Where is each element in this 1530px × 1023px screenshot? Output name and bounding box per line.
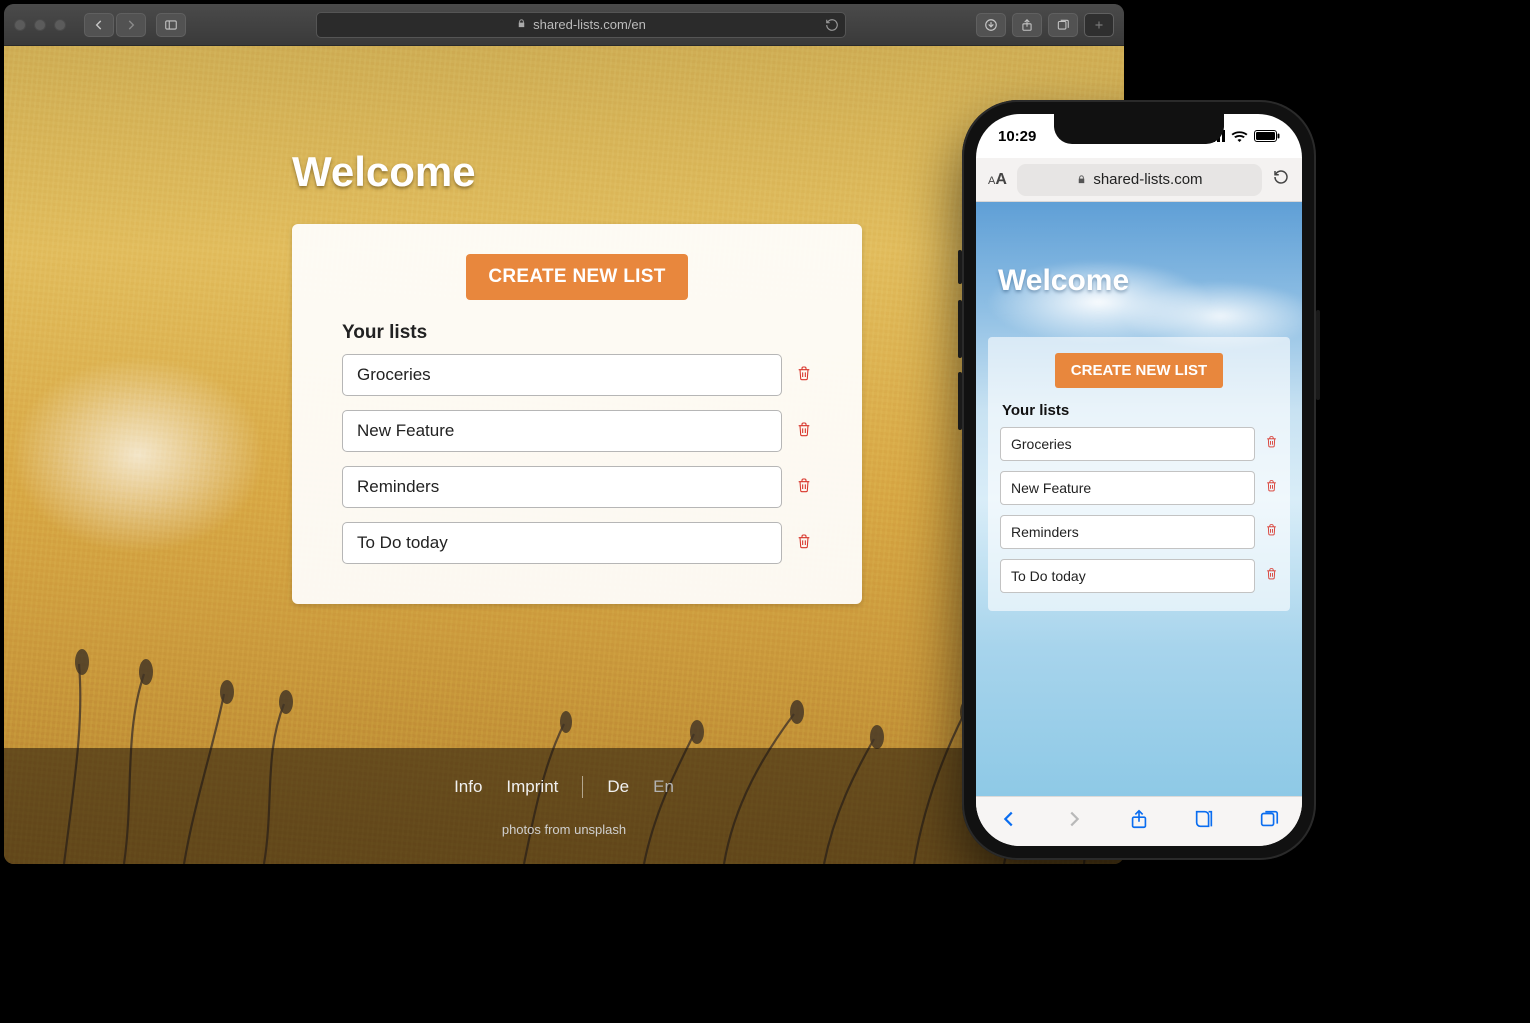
downloads-button[interactable]: [976, 13, 1006, 37]
welcome-heading: Welcome: [292, 148, 476, 196]
volume-down-button: [958, 372, 962, 430]
mobile-page-content: Welcome CREATE NEW LIST Your lists Groce…: [976, 202, 1302, 796]
separator: [582, 776, 583, 798]
share-button[interactable]: [1012, 13, 1042, 37]
lang-en-link[interactable]: En: [653, 777, 674, 797]
list-item[interactable]: To Do today: [1000, 559, 1255, 593]
wifi-icon: [1231, 130, 1248, 142]
notch: [1054, 114, 1224, 144]
reader-aa-icon[interactable]: AA: [988, 171, 1007, 189]
lock-icon: [516, 17, 527, 32]
trash-icon[interactable]: [1265, 478, 1278, 498]
volume-up-button: [958, 300, 962, 358]
mute-switch: [958, 250, 962, 284]
forward-button[interactable]: [116, 13, 146, 37]
lists-card: CREATE NEW LIST Your lists Groceries New…: [292, 224, 862, 604]
mobile-tabs-button[interactable]: [1258, 808, 1280, 835]
your-lists-label: Your lists: [342, 322, 812, 344]
list-item[interactable]: Reminders: [1000, 515, 1255, 549]
mobile-safari-toolbar: [976, 796, 1302, 846]
mobile-lists-card: CREATE NEW LIST Your lists Groceries New…: [988, 337, 1290, 611]
fullscreen-window-icon[interactable]: [54, 19, 66, 31]
page-footer: Info Imprint De En photos from unsplash: [4, 748, 1124, 864]
phone-screen: 10:29 AA shared-lists.com: [976, 114, 1302, 846]
reload-icon[interactable]: [1272, 168, 1290, 191]
page-content: Welcome CREATE NEW LIST Your lists Groce…: [4, 46, 1124, 864]
mobile-url-field[interactable]: shared-lists.com: [1017, 164, 1262, 196]
list-item[interactable]: New Feature: [342, 410, 782, 452]
list-item[interactable]: Reminders: [342, 466, 782, 508]
mobile-url-text: shared-lists.com: [1093, 171, 1202, 188]
list-item[interactable]: New Feature: [1000, 471, 1255, 505]
mobile-forward-button[interactable]: [1063, 808, 1085, 835]
list-item[interactable]: To Do today: [342, 522, 782, 564]
list-row: New Feature: [1000, 471, 1278, 505]
new-tab-button[interactable]: [1084, 13, 1114, 37]
footer-info-link[interactable]: Info: [454, 777, 482, 797]
sidebar-toggle-button[interactable]: [156, 13, 186, 37]
mobile-welcome-heading: Welcome: [998, 264, 1129, 298]
close-window-icon[interactable]: [14, 19, 26, 31]
status-time: 10:29: [998, 128, 1036, 145]
reload-icon[interactable]: [825, 18, 839, 35]
list-item[interactable]: Groceries: [342, 354, 782, 396]
list-row: Reminders: [1000, 515, 1278, 549]
lang-de-link[interactable]: De: [607, 777, 629, 797]
address-bar[interactable]: shared-lists.com/en: [316, 12, 846, 38]
window-titlebar: shared-lists.com/en: [4, 4, 1124, 46]
create-new-list-button[interactable]: CREATE NEW LIST: [466, 254, 687, 300]
list-row: Reminders: [342, 466, 812, 508]
mobile-your-lists-label: Your lists: [1002, 402, 1276, 419]
mobile-back-button[interactable]: [998, 808, 1020, 835]
lock-icon: [1076, 174, 1087, 185]
mobile-address-bar: AA shared-lists.com: [976, 158, 1302, 202]
list-item[interactable]: Groceries: [1000, 427, 1255, 461]
mobile-create-new-list-button[interactable]: CREATE NEW LIST: [1055, 353, 1223, 388]
trash-icon[interactable]: [1265, 434, 1278, 454]
url-text: shared-lists.com/en: [533, 17, 646, 32]
photo-credit: photos from unsplash: [502, 822, 626, 837]
trash-icon[interactable]: [1265, 566, 1278, 586]
power-button: [1316, 310, 1320, 400]
mobile-share-button[interactable]: [1128, 808, 1150, 835]
trash-icon[interactable]: [1265, 522, 1278, 542]
list-row: Groceries: [1000, 427, 1278, 461]
mobile-bookmarks-button[interactable]: [1193, 808, 1215, 835]
list-row: Groceries: [342, 354, 812, 396]
list-row: New Feature: [342, 410, 812, 452]
footer-imprint-link[interactable]: Imprint: [506, 777, 558, 797]
tabs-button[interactable]: [1048, 13, 1078, 37]
trash-icon[interactable]: [796, 476, 812, 499]
battery-icon: [1254, 130, 1280, 142]
minimize-window-icon[interactable]: [34, 19, 46, 31]
safari-window: shared-lists.com/en: [4, 4, 1124, 864]
trash-icon[interactable]: [796, 364, 812, 387]
iphone-mockup: 10:29 AA shared-lists.com: [962, 100, 1316, 860]
trash-icon[interactable]: [796, 532, 812, 555]
list-row: To Do today: [1000, 559, 1278, 593]
traffic-lights: [14, 19, 66, 31]
trash-icon[interactable]: [796, 420, 812, 443]
list-row: To Do today: [342, 522, 812, 564]
back-button[interactable]: [84, 13, 114, 37]
